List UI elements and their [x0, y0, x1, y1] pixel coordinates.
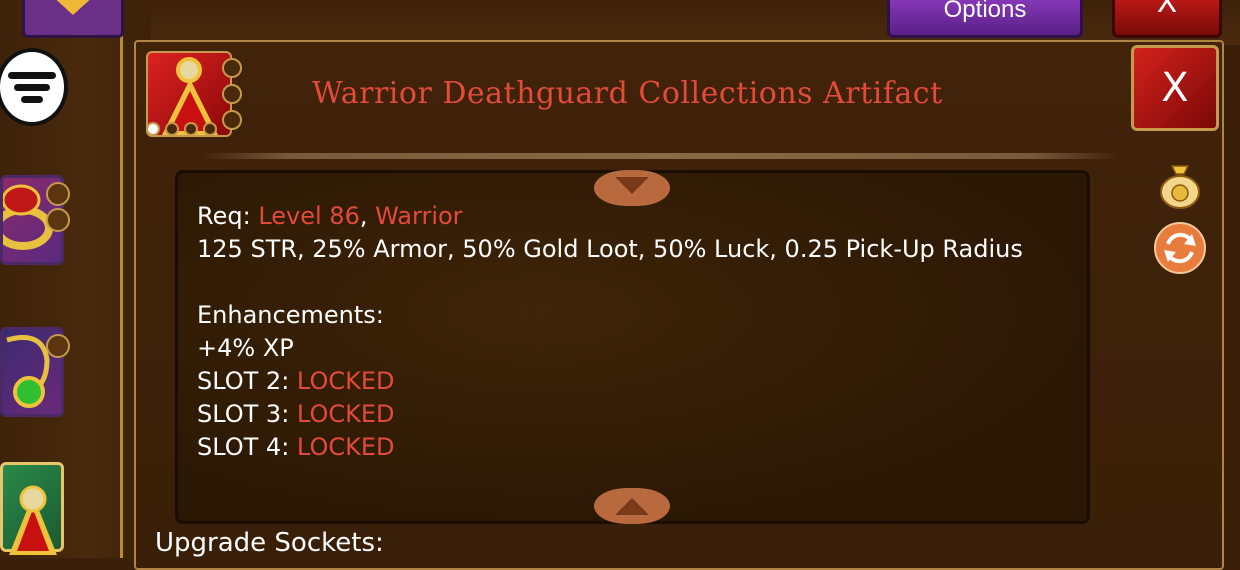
- options-button[interactable]: Options: [887, 0, 1083, 38]
- scroll-up-icon: [615, 498, 649, 515]
- item-socket-bottom-3: [184, 122, 198, 136]
- ring-socket-2: [46, 208, 70, 232]
- ring-socket-1: [46, 182, 70, 206]
- scroll-down-icon: [615, 177, 649, 194]
- sidebar-item-artifact[interactable]: [0, 462, 64, 555]
- enhancement-item: SLOT 2: LOCKED: [197, 367, 395, 395]
- swap-icon: [1164, 232, 1196, 264]
- necklace-socket-1: [46, 334, 70, 358]
- locked-status: LOCKED: [296, 433, 395, 461]
- item-details-text: Req: Level 86, Warrior 125 STR, 25% Armo…: [197, 200, 1037, 464]
- upgrade-sockets-heading: Upgrade Sockets:: [155, 528, 384, 558]
- gold-bag-icon[interactable]: [1158, 162, 1202, 210]
- enhancements-heading: Enhancements:: [197, 301, 384, 329]
- locked-status: LOCKED: [296, 400, 395, 428]
- item-socket-right-1: [222, 58, 242, 78]
- item-socket-bottom-2: [165, 122, 179, 136]
- item-socket-right-2: [222, 84, 242, 104]
- item-socket-right-3: [222, 110, 242, 130]
- title-divider: [200, 153, 1120, 159]
- stats-line: 125 STR, 25% Armor, 50% Gold Loot, 50% L…: [197, 235, 1023, 263]
- enhancement-item: SLOT 3: LOCKED: [197, 400, 395, 428]
- requirements-line: Req: Level 86, Warrior: [197, 202, 463, 230]
- required-level: Level 86: [258, 202, 360, 230]
- dialog-title: Warrior Deathguard Collections Artifact: [312, 76, 943, 111]
- chevron-down-icon: [51, 0, 95, 15]
- item-socket-bottom-4: [203, 122, 217, 136]
- sidebar-collapse-button[interactable]: [22, 0, 124, 38]
- top-close-button[interactable]: X: [1112, 0, 1222, 38]
- swap-button[interactable]: [1154, 222, 1206, 274]
- dialog-close-button[interactable]: X: [1131, 45, 1219, 131]
- required-class: Warrior: [375, 202, 463, 230]
- locked-status: LOCKED: [296, 367, 395, 395]
- enhancement-item: +4% XP: [197, 334, 294, 362]
- scroll-up-button[interactable]: [594, 488, 670, 524]
- enhancement-item: SLOT 4: LOCKED: [197, 433, 395, 461]
- artifact-icon: [9, 485, 57, 555]
- item-socket-bottom-1: [146, 122, 160, 136]
